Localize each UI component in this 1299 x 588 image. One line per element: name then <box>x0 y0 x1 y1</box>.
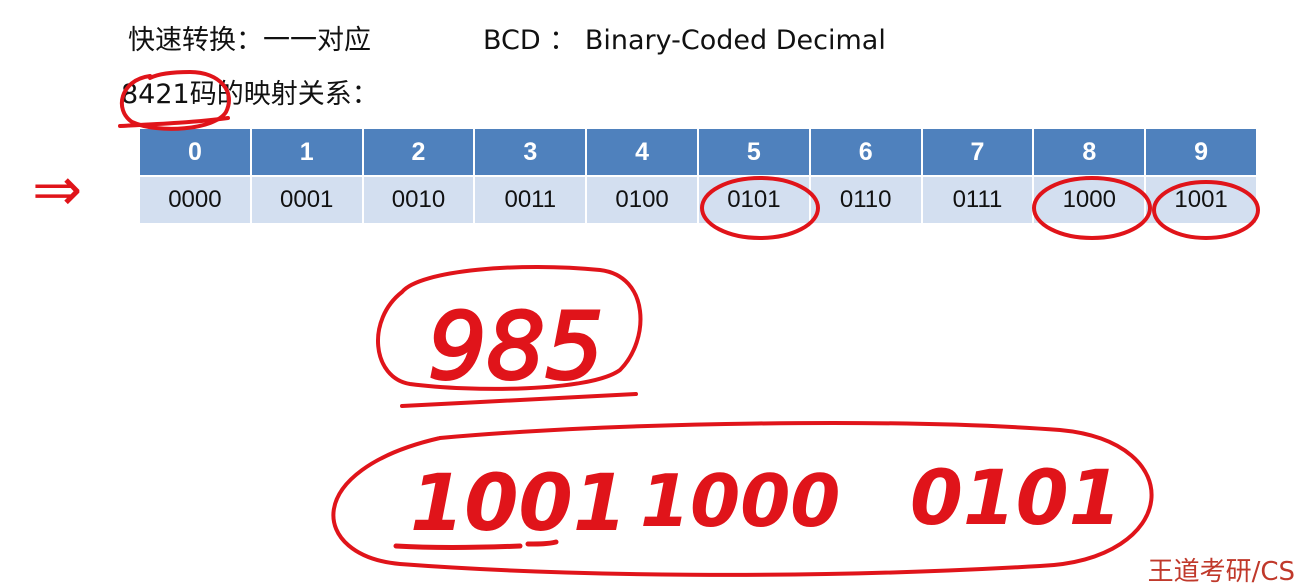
digit-header: 9 <box>1146 129 1256 175</box>
table-header-row: 0 1 2 3 4 5 6 7 8 9 <box>140 129 1256 175</box>
bcd-code-cell: 0101 <box>698 177 809 223</box>
digit-header: 7 <box>922 129 1033 175</box>
bcd-code-cell: 0100 <box>587 177 697 223</box>
bcd-definition: BCD ： Binary-Coded Decimal <box>483 25 886 56</box>
arrow-mark: ⇒ <box>32 155 82 225</box>
bcd-code-cell: 0111 <box>922 177 1033 223</box>
circle-985-mark <box>376 264 643 391</box>
code-name: 8421 <box>121 79 190 110</box>
subtitle-line: 8421码的映射关系： <box>121 78 379 112</box>
digit-header: 3 <box>475 129 586 175</box>
digit-header: 8 <box>1034 129 1145 175</box>
watermark: 王道考研/CS <box>1147 557 1295 587</box>
bcd-code-cell: 0000 <box>140 177 250 223</box>
digit-header: 5 <box>698 129 809 175</box>
digit-header: 4 <box>587 129 697 175</box>
bcd-code-cell: 0010 <box>363 177 474 223</box>
bcd-mapping-table: 0 1 2 3 4 5 6 7 8 9 0000 0001 0010 0011 … <box>138 127 1258 225</box>
bcd-group-1000: 1000 <box>640 459 840 543</box>
digit-header: 2 <box>363 129 474 175</box>
underline-985-mark <box>400 392 638 408</box>
digit-header: 1 <box>251 129 362 175</box>
handwritten-985: 985 <box>428 293 604 400</box>
digit-header: 0 <box>140 129 250 175</box>
table-row: 0000 0001 0010 0011 0100 0101 0110 0111 … <box>140 177 1256 223</box>
bcd-code-cell: 1001 <box>1146 177 1256 223</box>
underline-bcd-group-mark <box>393 539 559 550</box>
bcd-group-0101: 0101 <box>910 453 1122 542</box>
title-line: 快速转换：一一对应 BCD ： Binary-Coded Decimal <box>128 24 886 58</box>
bcd-group-1001: 1001 <box>410 459 627 549</box>
bcd-code-cell: 0001 <box>251 177 362 223</box>
ellipse-bcd-groups-mark <box>331 421 1154 577</box>
bcd-code-cell: 1000 <box>1034 177 1145 223</box>
underline-8421-mark <box>118 116 230 128</box>
bcd-code-cell: 0011 <box>475 177 586 223</box>
subtitle-rest: 码的映射关系： <box>189 79 379 110</box>
digit-header: 6 <box>810 129 921 175</box>
quick-convert-text: 快速转换：一一对应 <box>128 25 371 56</box>
bcd-code-cell: 0110 <box>810 177 921 223</box>
